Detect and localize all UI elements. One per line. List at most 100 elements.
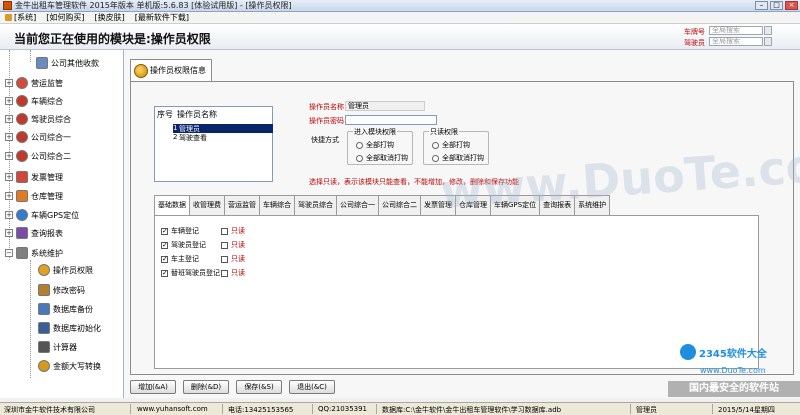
tree-item-money-convert[interactable]: 金额大写转换: [38, 359, 101, 373]
readonly-checkbox[interactable]: 只读: [221, 240, 245, 250]
table-row[interactable]: 1 管理员: [173, 124, 273, 133]
operator-icon: [134, 63, 148, 78]
tree-item-invoice[interactable]: + 发票管理: [5, 170, 63, 184]
tree-item-db-backup[interactable]: 数据库备份: [38, 302, 93, 316]
plate-search-button[interactable]: [764, 26, 772, 35]
permission-row-driver[interactable]: ✓ 驾驶员登记 只读: [161, 240, 245, 250]
operator-password-field[interactable]: [345, 115, 437, 125]
tree-item-driver[interactable]: + 驾驶员综合: [5, 112, 71, 126]
permission-panel: 序号 操作员名称 1 管理员 2 驾驶查看 操作员名称 管理员 操作员密码 快捷…: [130, 81, 794, 375]
module-header: 当前您正在使用的模块是:操作员权限 车牌号 全局搜索 驾驶员 全局搜索: [0, 24, 800, 50]
readonly-permission-group: 只读权限 全部打钩 全部取消打钩: [423, 127, 489, 165]
tab-company-2[interactable]: 公司综合二: [378, 195, 421, 215]
status-separator: [712, 404, 713, 414]
tree-item-change-password[interactable]: 修改密码: [38, 283, 85, 297]
checkbox-checked-icon[interactable]: ✓: [161, 241, 168, 249]
maximize-button[interactable]: □: [770, 1, 783, 10]
delete-button[interactable]: 删除(&D): [183, 380, 229, 394]
expand-icon[interactable]: +: [5, 192, 13, 200]
tree-item-company-1[interactable]: + 公司综合一: [5, 130, 71, 144]
tab-operator-permission-info[interactable]: 操作员权限信息: [130, 59, 212, 81]
menu-item-skin[interactable]: [换皮肤]: [92, 13, 128, 23]
tree-line: [30, 50, 31, 62]
enter-uncheck-all-radio[interactable]: 全部取消打钩: [356, 153, 408, 163]
expand-icon[interactable]: +: [5, 97, 13, 105]
menu-item-system[interactable]: [系统]: [2, 13, 39, 23]
table-row[interactable]: 2 驾驶查看: [173, 133, 273, 142]
expand-icon[interactable]: +: [5, 152, 13, 160]
slogan-watermark: 国内最安全的软件站: [668, 381, 800, 397]
tab-management-fee[interactable]: 收管理费: [189, 195, 225, 215]
column-header-name: 操作员名称: [177, 110, 217, 119]
plate-search-input[interactable]: 全局搜索: [709, 26, 763, 35]
status-separator: [312, 404, 313, 414]
tree-line: [30, 260, 31, 378]
globe-icon: [16, 77, 28, 89]
tree-item-calculator[interactable]: 计算器: [38, 340, 77, 354]
tab-driver[interactable]: 驾驶员综合: [294, 195, 337, 215]
tree-item-company-2[interactable]: + 公司综合二: [5, 149, 71, 163]
current-module-label: 当前您正在使用的模块是:操作员权限: [14, 32, 211, 46]
status-date: 2015/5/14星期四: [718, 406, 775, 414]
expand-icon[interactable]: +: [5, 173, 13, 181]
readonly-check-all-radio[interactable]: 全部打钩: [432, 140, 470, 150]
save-button[interactable]: 保存(&S): [236, 380, 282, 394]
status-user: 管理员: [636, 406, 657, 414]
expand-icon[interactable]: +: [5, 115, 13, 123]
checkbox-checked-icon[interactable]: ✓: [161, 255, 168, 263]
window-title: 金牛出租车管理软件 2015年版本 单机版:5.6.83 [体验试用版] - […: [15, 1, 292, 10]
status-website: www.yuhansoft.com: [137, 405, 208, 413]
expand-icon[interactable]: +: [5, 211, 13, 219]
warehouse-icon: [16, 190, 28, 202]
checkbox-checked-icon[interactable]: ✓: [161, 269, 168, 277]
tree-item-other-income[interactable]: 公司其他收款: [36, 56, 99, 70]
minimize-button[interactable]: –: [755, 1, 768, 10]
operator-list[interactable]: 序号 操作员名称 1 管理员 2 驾驶查看: [154, 106, 273, 182]
exit-button[interactable]: 退出(&C): [289, 380, 335, 394]
tab-company-1[interactable]: 公司综合一: [336, 195, 379, 215]
globe-icon: [16, 113, 28, 125]
add-button[interactable]: 增加(&A): [130, 380, 176, 394]
calculator-icon: [38, 341, 50, 353]
key-icon: [38, 284, 50, 296]
expand-icon[interactable]: +: [5, 79, 13, 87]
tree-item-db-init[interactable]: 数据库初始化: [38, 321, 101, 335]
tree-item-gps[interactable]: + 车辆GPS定位: [5, 208, 79, 222]
user-key-icon: [38, 264, 50, 276]
tab-vehicle[interactable]: 车辆综合: [259, 195, 295, 215]
tree-item-operation[interactable]: + 营运监管: [5, 76, 63, 90]
tree-item-report[interactable]: + 查询报表: [5, 226, 63, 240]
status-separator: [376, 404, 377, 414]
enter-check-all-radio[interactable]: 全部打钩: [356, 140, 394, 150]
permission-row-owner[interactable]: ✓ 车主登记 只读: [161, 254, 245, 264]
status-bar: 深圳市金牛软件技术有限公司 www.yuhansoft.com 电话:13425…: [0, 402, 800, 415]
settings-icon: [16, 247, 28, 259]
readonly-checkbox[interactable]: 只读: [221, 268, 245, 278]
checkbox-checked-icon[interactable]: ✓: [161, 227, 168, 235]
operator-name-field[interactable]: 管理员: [345, 101, 425, 111]
driver-search-button[interactable]: [764, 37, 772, 46]
window-controls: – □ ×: [755, 1, 798, 10]
driver-search-input[interactable]: 全局搜索: [709, 37, 763, 46]
title-bar: 金牛出租车管理软件 2015年版本 单机版:5.6.83 [体验试用版] - […: [0, 0, 800, 12]
tree-item-warehouse[interactable]: + 仓库管理: [5, 189, 63, 203]
tree-item-operator-permission[interactable]: 操作员权限: [38, 263, 93, 277]
tab-operation[interactable]: 营运监管: [224, 195, 260, 215]
tree-item-maintenance[interactable]: − 系统维护: [5, 246, 63, 260]
invoice-icon: [16, 171, 28, 183]
expand-icon[interactable]: +: [5, 229, 13, 237]
checkbox-icon: [221, 241, 228, 249]
readonly-checkbox[interactable]: 只读: [221, 226, 245, 236]
permission-row-vehicle[interactable]: ✓ 车辆登记 只读: [161, 226, 245, 236]
menu-item-buy[interactable]: [如何购买]: [43, 13, 87, 23]
tree-item-vehicle[interactable]: + 车辆综合: [5, 94, 63, 108]
status-database: 数据库:C:\金牛软件\金牛出租车管理软件\学习数据库.adb: [382, 406, 562, 414]
readonly-checkbox[interactable]: 只读: [221, 254, 245, 264]
close-button[interactable]: ×: [785, 1, 798, 10]
permission-row-substitute-driver[interactable]: ✓ 替班驾驶员登记 只读: [161, 268, 245, 278]
menu-item-download[interactable]: [最新软件下载]: [132, 13, 192, 23]
radio-icon: [356, 141, 363, 149]
expand-icon[interactable]: +: [5, 133, 13, 141]
collapse-icon[interactable]: −: [5, 249, 13, 257]
tab-basic-data[interactable]: 基础数据: [154, 195, 190, 216]
